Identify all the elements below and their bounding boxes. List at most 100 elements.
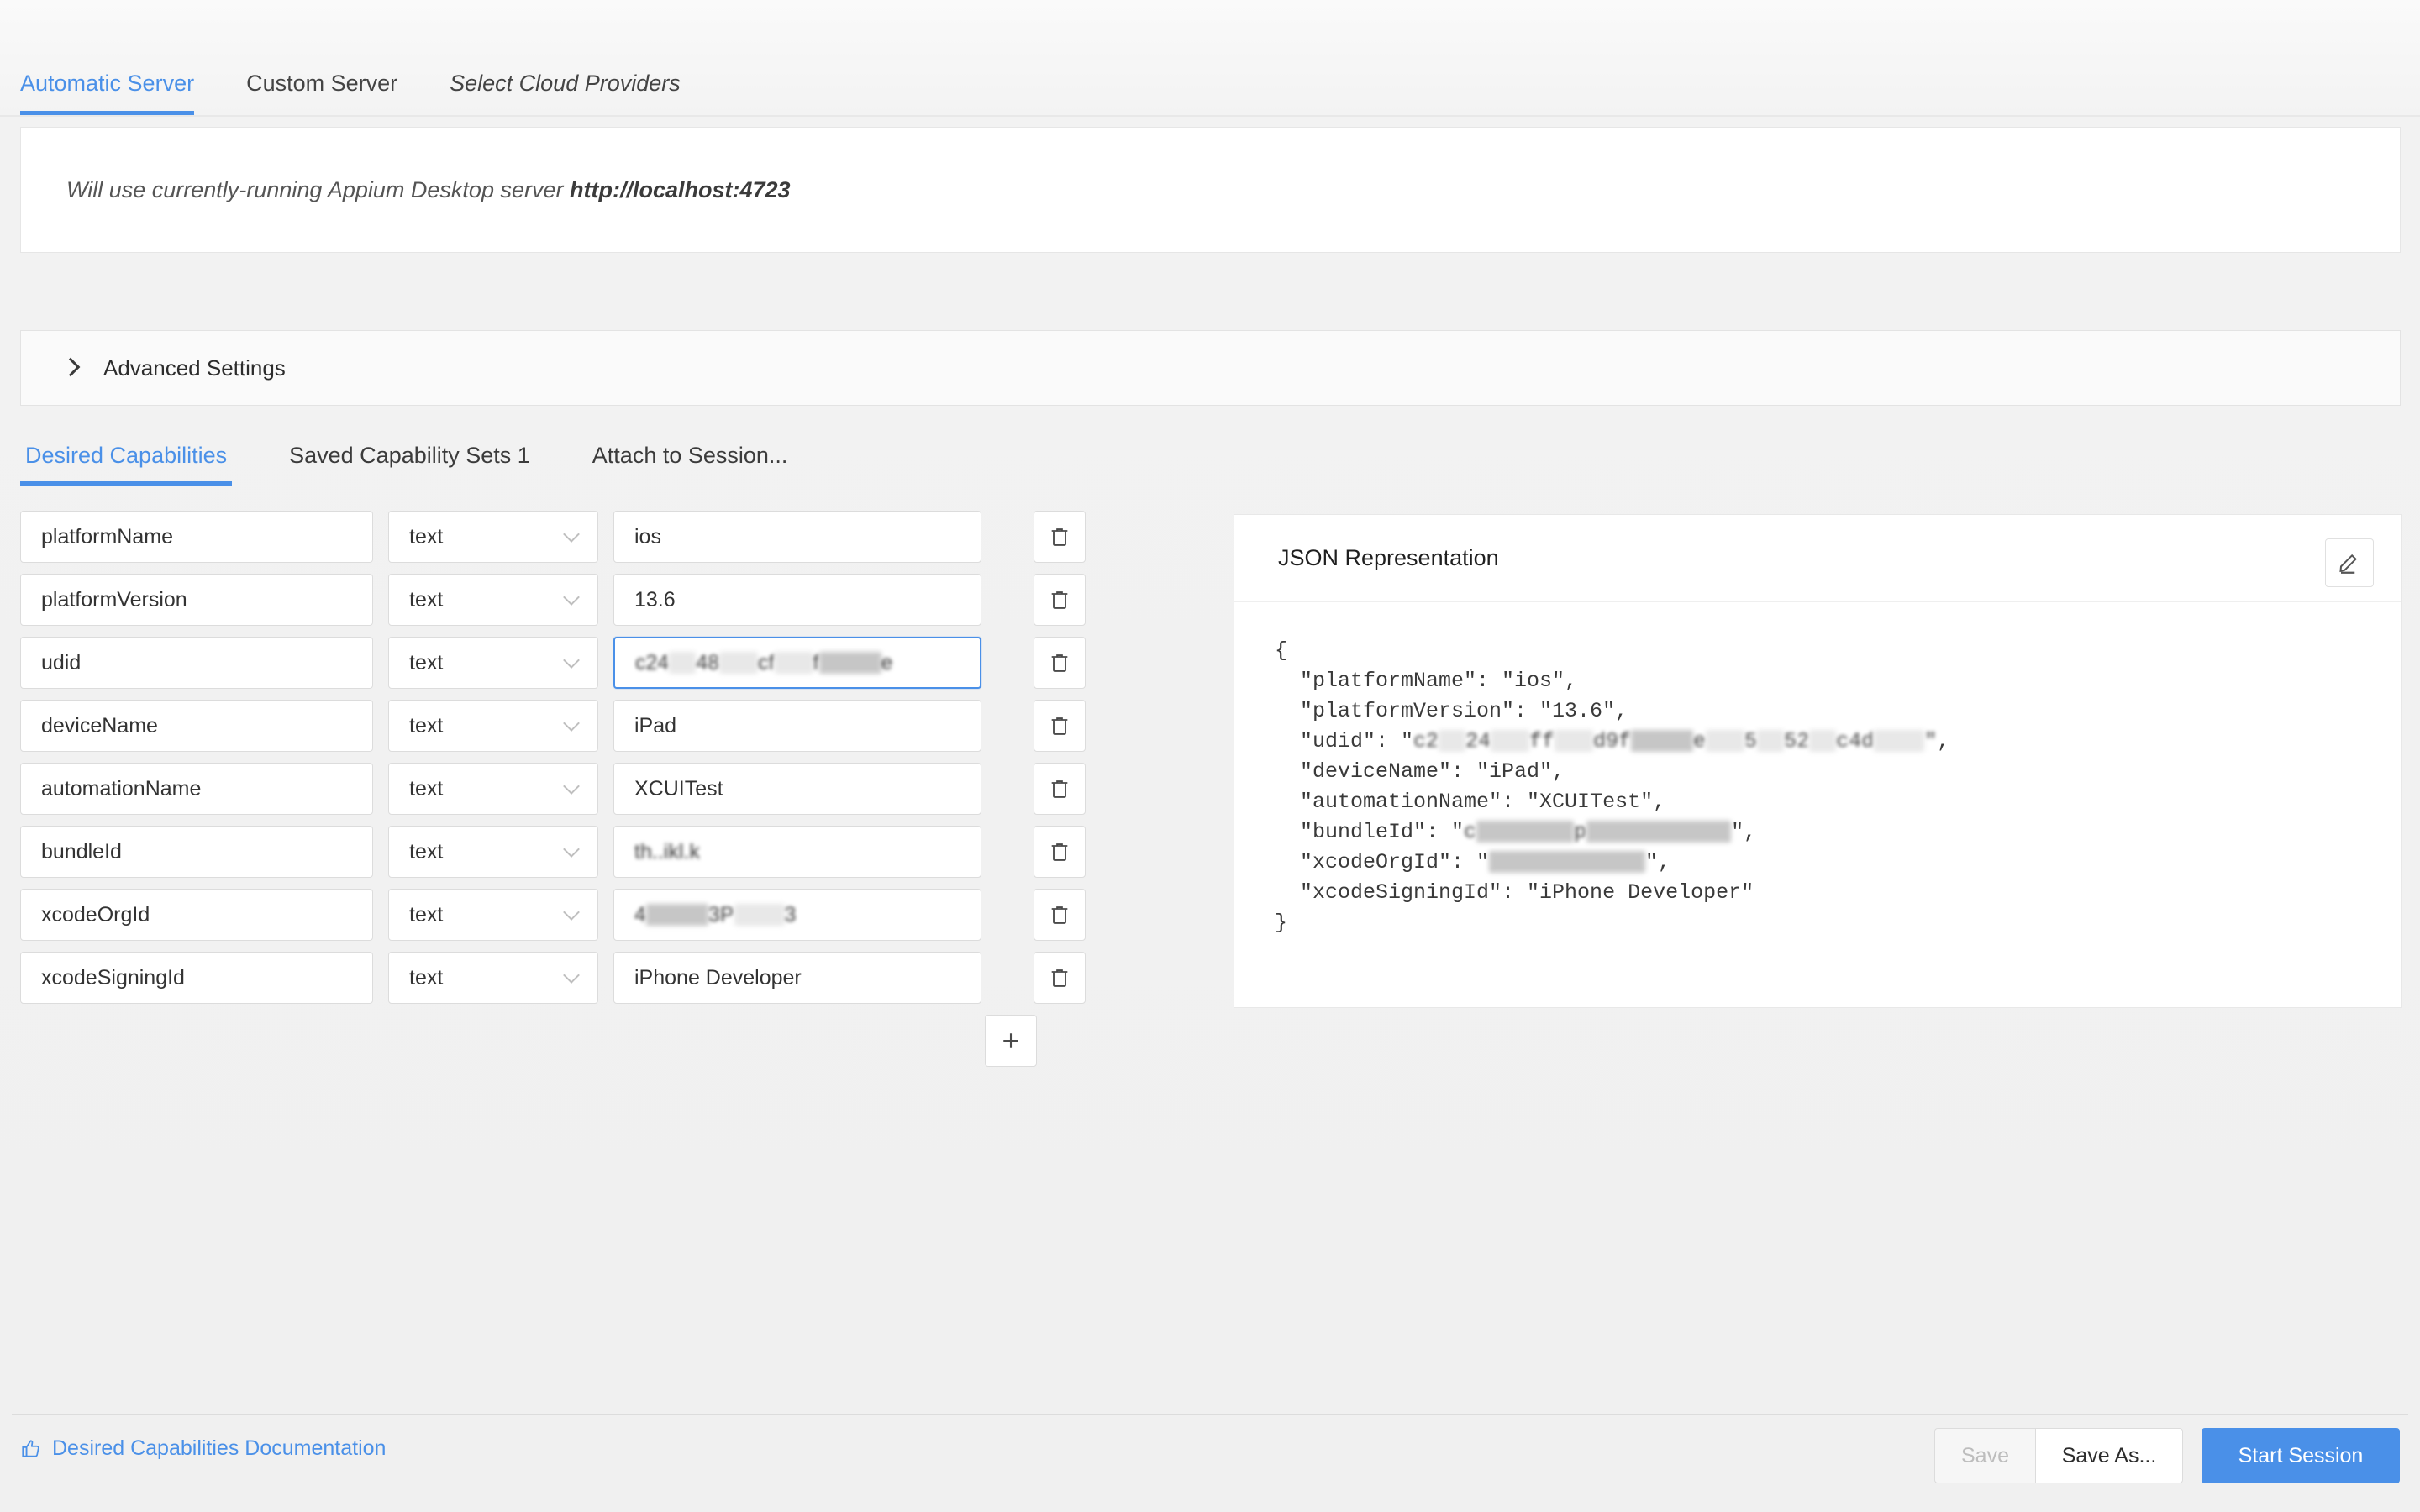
server-tab-custom-server[interactable]: Custom Server — [246, 70, 424, 115]
redacted-block — [719, 652, 759, 674]
capability-tab-desired-capabilities[interactable]: Desired Capabilities — [20, 441, 233, 486]
start-session-button[interactable]: Start Session — [2202, 1428, 2400, 1483]
chevron-down-icon — [564, 780, 579, 795]
redacted-block — [1874, 730, 1925, 753]
json-line-suffix: , — [1937, 729, 1950, 753]
documentation-link-label: Desired Capabilities Documentation — [52, 1436, 387, 1460]
redacted-block — [1489, 851, 1646, 874]
json-line: "automationName": "XCUITest", — [1275, 790, 1666, 814]
capability-value-input[interactable]: iPad — [613, 700, 981, 752]
advanced-settings-label: Advanced Settings — [103, 354, 286, 381]
json-line: "xcodeSigningId": "iPhone Developer" — [1275, 880, 1754, 905]
chevron-down-icon — [564, 654, 579, 669]
json-representation-panel: JSON Representation { "platformName": "i… — [1234, 514, 2402, 1008]
footer-actions: Save Save As... Start Session — [1934, 1428, 2400, 1483]
capability-name-input[interactable]: udid — [20, 637, 373, 689]
capability-tab-attach-to-session[interactable]: Attach to Session... — [587, 441, 793, 486]
advanced-settings-panel[interactable]: Advanced Settings — [20, 330, 2401, 406]
redacted-block — [734, 904, 785, 926]
capability-value-input[interactable]: th..ikl.k — [613, 826, 981, 878]
redacted-block — [818, 652, 881, 674]
pencil-icon — [2339, 554, 2357, 574]
capability-tab-strip: Desired Capabilities Saved Capability Set… — [20, 420, 844, 486]
capability-type-select[interactable]: text — [388, 763, 598, 815]
capability-row: automationName text XCUITest — [20, 763, 1213, 815]
capability-type-value: text — [409, 713, 444, 738]
capabilities-editor: platformName text ios platformVersion text 13… — [20, 511, 1213, 1067]
capability-type-value: text — [409, 650, 444, 675]
capability-row: xcodeOrgId text 4 3 P 3 — [20, 889, 1213, 941]
capability-value-input[interactable]: ios — [613, 511, 981, 563]
capability-name-input[interactable]: platformVersion — [20, 574, 373, 626]
server-tab-select-cloud-providers[interactable]: Select Cloud Providers — [450, 70, 708, 115]
capability-type-value: text — [409, 524, 444, 549]
trash-icon — [1051, 843, 1068, 861]
server-tab-automatic-server[interactable]: Automatic Server — [20, 70, 221, 115]
capability-type-select[interactable]: text — [388, 700, 598, 752]
capability-type-select[interactable]: text — [388, 637, 598, 689]
capability-tab-saved-capability-sets-1[interactable]: Saved Capability Sets 1 — [284, 441, 535, 486]
json-line-suffix: ", — [1731, 820, 1757, 844]
delete-capability-button[interactable] — [1034, 511, 1086, 563]
delete-capability-button[interactable] — [1034, 637, 1086, 689]
capability-type-value: text — [409, 902, 444, 927]
server-info-prefix: Will use currently-running Appium Deskto… — [66, 177, 570, 202]
chevron-down-icon — [564, 528, 579, 543]
capability-name-input[interactable]: xcodeSigningId — [20, 952, 373, 1004]
capability-row: udid text c 2 4 4 8 c f f e — [20, 637, 1213, 689]
json-line: "platformName": "ios", — [1275, 669, 1578, 693]
json-content: { "platformName": "ios", "platformVersio… — [1234, 602, 2401, 938]
delete-capability-button[interactable] — [1034, 952, 1086, 1004]
redacted-block — [1809, 730, 1837, 753]
capability-name-input[interactable]: platformName — [20, 511, 373, 563]
trash-icon — [1051, 717, 1068, 735]
delete-capability-button[interactable] — [1034, 700, 1086, 752]
add-capability-button[interactable] — [985, 1015, 1037, 1067]
capability-value-input[interactable]: 13.6 — [613, 574, 981, 626]
json-line: } — [1275, 911, 1288, 935]
capability-type-select[interactable]: text — [388, 889, 598, 941]
capability-value-input[interactable]: c2448cffe — [613, 637, 981, 689]
capability-type-select[interactable]: text — [388, 574, 598, 626]
capability-name-input[interactable]: deviceName — [20, 700, 373, 752]
json-line-text: "bundleId": " — [1275, 820, 1465, 844]
delete-capability-button[interactable] — [1034, 574, 1086, 626]
footer-divider — [12, 1414, 2408, 1415]
save-button[interactable]: Save — [1934, 1428, 2035, 1483]
capability-value-input[interactable]: XCUITest — [613, 763, 981, 815]
chevron-right-icon — [61, 359, 80, 377]
redacted-block — [1757, 730, 1785, 753]
json-line-suffix: ", — [1645, 850, 1671, 874]
save-as-button[interactable]: Save As... — [2035, 1428, 2183, 1483]
capability-type-select[interactable]: text — [388, 511, 598, 563]
json-line: "bundleId": "c p ", — [1275, 820, 1757, 844]
delete-capability-button[interactable] — [1034, 763, 1086, 815]
json-edit-button[interactable] — [2325, 538, 2374, 587]
capability-type-value: text — [409, 776, 444, 801]
redacted-block — [1631, 730, 1694, 753]
capability-type-select[interactable]: text — [388, 952, 598, 1004]
delete-capability-button[interactable] — [1034, 826, 1086, 878]
chevron-down-icon — [564, 969, 579, 984]
trash-icon — [1051, 591, 1068, 609]
capability-name-input[interactable]: automationName — [20, 763, 373, 815]
server-info-card: Will use currently-running Appium Deskto… — [20, 127, 2401, 253]
redacted-block — [1439, 730, 1466, 753]
capability-name-input[interactable]: xcodeOrgId — [20, 889, 373, 941]
capability-type-value: text — [409, 839, 444, 864]
capability-name-input[interactable]: bundleId — [20, 826, 373, 878]
capability-value-input[interactable]: iPhone Developer — [613, 952, 981, 1004]
capability-row: platformName text ios — [20, 511, 1213, 563]
json-line: { — [1275, 638, 1288, 663]
json-line-text: "udid": " — [1275, 729, 1414, 753]
trash-icon — [1051, 906, 1068, 924]
documentation-link[interactable]: Desired Capabilities Documentation — [20, 1436, 386, 1461]
thumbs-up-icon — [22, 1439, 39, 1457]
capability-value-input[interactable]: 43P3 — [613, 889, 981, 941]
server-info-message: Will use currently-running Appium Deskto… — [66, 176, 791, 203]
delete-capability-button[interactable] — [1034, 889, 1086, 941]
capability-type-value: text — [409, 965, 444, 990]
capability-type-select[interactable]: text — [388, 826, 598, 878]
appium-inspector-window: Automatic Server Custom Server Select Clou… — [0, 0, 2420, 1512]
json-line: "platformVersion": "13.6", — [1275, 699, 1628, 723]
